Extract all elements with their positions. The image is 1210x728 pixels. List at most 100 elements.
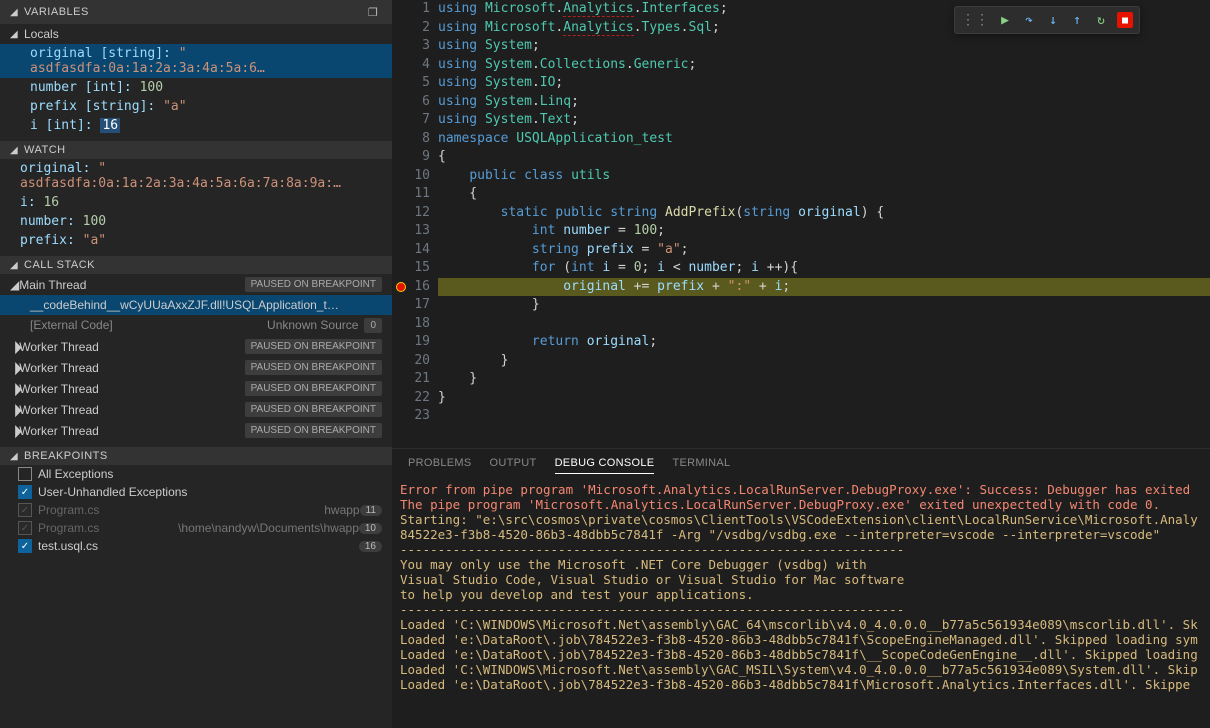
tab-output[interactable]: OUTPUT xyxy=(490,457,537,474)
breakpoint-line-badge: 11 xyxy=(360,505,382,516)
variable-row[interactable]: prefix [string]: "a" xyxy=(0,97,392,116)
restart-button[interactable]: ↻ xyxy=(1089,9,1113,31)
watch-row[interactable]: number: 100 xyxy=(0,212,392,231)
breakpoint-file: Program.cs xyxy=(38,521,174,535)
thread-label: Worker Thread xyxy=(19,340,244,354)
copy-icon[interactable]: ❐ xyxy=(364,3,382,21)
step-over-button[interactable]: ↷ xyxy=(1017,9,1041,31)
step-out-button[interactable]: ↑ xyxy=(1065,9,1089,31)
locals-header[interactable]: ◢ Locals xyxy=(0,24,392,44)
thread-row[interactable]: ◢ Main Thread PAUSED ON BREAKPOINT xyxy=(0,274,392,295)
console-line: to help you develop and test your applic… xyxy=(400,587,1202,602)
thread-state-badge: PAUSED ON BREAKPOINT xyxy=(245,339,382,354)
chevron-down-icon: ◢ xyxy=(10,451,20,462)
thread-label: Worker Thread xyxy=(19,403,244,417)
chevron-down-icon: ◢ xyxy=(10,7,20,18)
thread-label: Worker Thread xyxy=(19,361,244,375)
breakpoint-all-exceptions[interactable]: All Exceptions xyxy=(0,465,392,483)
breakpoints-panel-header[interactable]: ◢ BREAKPOINTS xyxy=(0,447,392,465)
var-value: 100 xyxy=(140,80,163,95)
var-name: i [int]: xyxy=(30,118,93,133)
var-value: 16 xyxy=(100,118,120,133)
stack-frame[interactable]: __codeBehind__wCyUUaAxxZJF.dll!USQLAppli… xyxy=(0,295,392,315)
console-line: ----------------------------------------… xyxy=(400,542,1202,557)
thread-state-badge: PAUSED ON BREAKPOINT xyxy=(245,360,382,375)
tab-problems[interactable]: PROBLEMS xyxy=(408,457,472,474)
console-line: The pipe program 'Microsoft.Analytics.Lo… xyxy=(400,497,1202,512)
breakpoint-row[interactable]: ✓test.usql.cs16 xyxy=(0,537,392,555)
console-line: Loaded 'e:\DataRoot\.job\784522e3-f3b8-4… xyxy=(400,677,1202,692)
thread-state-badge: PAUSED ON BREAKPOINT xyxy=(245,402,382,417)
breakpoint-row[interactable]: ✓Program.cs\home\nandyw\Documents\hwapp1… xyxy=(0,519,392,537)
console-line: 84522e3-f3b8-4520-86b3-48dbb5c7841f -Arg… xyxy=(400,527,1202,542)
watch-name: i: xyxy=(20,195,36,210)
chevron-down-icon: ◢ xyxy=(10,145,20,156)
breakpoints-title: BREAKPOINTS xyxy=(24,450,108,462)
breakpoint-dot-icon[interactable] xyxy=(396,282,406,292)
unknown-count-badge: 0 xyxy=(364,318,382,333)
chevron-down-icon: ◢ xyxy=(10,260,20,271)
callstack-panel-header[interactable]: ◢ CALL STACK xyxy=(0,256,392,274)
var-name: number [int]: xyxy=(30,80,132,95)
unknown-source-label: Unknown Source xyxy=(267,318,364,333)
variable-row[interactable]: original [string]: " asdfasdfa:0a:1a:2a:… xyxy=(0,44,392,78)
console-line: Starting: "e:\src\cosmos\private\cosmos\… xyxy=(400,512,1202,527)
breakpoint-path: hwapp xyxy=(324,503,359,517)
watch-panel-header[interactable]: ◢ WATCH xyxy=(0,141,392,159)
bottom-panel-tabs: PROBLEMS OUTPUT DEBUG CONSOLE TERMINAL xyxy=(392,449,1210,482)
watch-title: WATCH xyxy=(24,144,66,156)
thread-row[interactable]: ◢Worker ThreadPAUSED ON BREAKPOINT xyxy=(0,357,392,378)
checkbox-icon[interactable]: ✓ xyxy=(18,539,32,553)
console-line: ----------------------------------------… xyxy=(400,602,1202,617)
watch-row[interactable]: original: " asdfasdfa:0a:1a:2a:3a:4a:5a:… xyxy=(0,159,392,193)
external-code-label: [External Code] xyxy=(30,318,267,333)
watch-row[interactable]: i: 16 xyxy=(0,193,392,212)
callstack-title: CALL STACK xyxy=(24,259,95,271)
console-line: Loaded 'C:\WINDOWS\Microsoft.Net\assembl… xyxy=(400,617,1202,632)
breakpoint-label: User-Unhandled Exceptions xyxy=(38,485,382,499)
locals-label: Locals xyxy=(24,27,59,41)
watch-name: number: xyxy=(20,214,75,229)
console-line: You may only use the Microsoft .NET Core… xyxy=(400,557,1202,572)
debug-toolbar: ⋮⋮ ▶ ↷ ↓ ↑ ↻ ■ xyxy=(954,6,1140,34)
continue-button[interactable]: ▶ xyxy=(993,9,1017,31)
checkbox-icon[interactable]: ✓ xyxy=(18,503,32,517)
breakpoint-user-exceptions[interactable]: ✓ User-Unhandled Exceptions xyxy=(0,483,392,501)
checkbox-icon[interactable] xyxy=(18,467,32,481)
watch-value: 100 xyxy=(83,214,106,229)
variable-row[interactable]: i [int]: 16 xyxy=(0,116,392,135)
thread-row[interactable]: ◢Worker ThreadPAUSED ON BREAKPOINT xyxy=(0,399,392,420)
grip-icon[interactable]: ⋮⋮ xyxy=(957,12,993,28)
tab-terminal[interactable]: TERMINAL xyxy=(672,457,730,474)
thread-state-badge: PAUSED ON BREAKPOINT xyxy=(245,423,382,438)
console-line: Error from pipe program 'Microsoft.Analy… xyxy=(400,482,1202,497)
external-code-row[interactable]: [External Code] Unknown Source 0 xyxy=(0,315,392,336)
console-line: Visual Studio Code, Visual Studio or Vis… xyxy=(400,572,1202,587)
breakpoint-line-badge: 10 xyxy=(359,523,382,534)
thread-label: Worker Thread xyxy=(19,382,244,396)
breakpoint-line-badge: 16 xyxy=(359,541,382,552)
chevron-down-icon: ◢ xyxy=(10,278,19,292)
code-editor[interactable]: 1234567891011121314151617181920212223 us… xyxy=(392,0,1210,448)
thread-label: Main Thread xyxy=(19,278,244,292)
stop-button[interactable]: ■ xyxy=(1113,9,1137,31)
thread-state-badge: PAUSED ON BREAKPOINT xyxy=(245,381,382,396)
thread-label: Worker Thread xyxy=(19,424,244,438)
tab-debug-console[interactable]: DEBUG CONSOLE xyxy=(555,457,655,474)
checkbox-icon[interactable]: ✓ xyxy=(18,485,32,499)
debug-console-output[interactable]: Error from pipe program 'Microsoft.Analy… xyxy=(392,482,1210,728)
console-line: Loaded 'C:\WINDOWS\Microsoft.Net\assembl… xyxy=(400,662,1202,677)
breakpoint-file: Program.cs xyxy=(38,503,320,517)
watch-row[interactable]: prefix: "a" xyxy=(0,231,392,250)
variable-row[interactable]: number [int]: 100 xyxy=(0,78,392,97)
thread-row[interactable]: ◢Worker ThreadPAUSED ON BREAKPOINT xyxy=(0,378,392,399)
checkbox-icon[interactable]: ✓ xyxy=(18,521,32,535)
variables-panel-header[interactable]: ◢ VARIABLES ❐ xyxy=(0,0,392,24)
thread-row[interactable]: ◢Worker ThreadPAUSED ON BREAKPOINT xyxy=(0,336,392,357)
var-name: original [string]: xyxy=(30,46,171,61)
watch-value: "a" xyxy=(83,233,106,248)
breakpoint-row[interactable]: ✓ Program.cs hwapp11 xyxy=(0,501,392,519)
step-into-button[interactable]: ↓ xyxy=(1041,9,1065,31)
watch-name: original: xyxy=(20,161,90,176)
thread-row[interactable]: ◢Worker ThreadPAUSED ON BREAKPOINT xyxy=(0,420,392,441)
